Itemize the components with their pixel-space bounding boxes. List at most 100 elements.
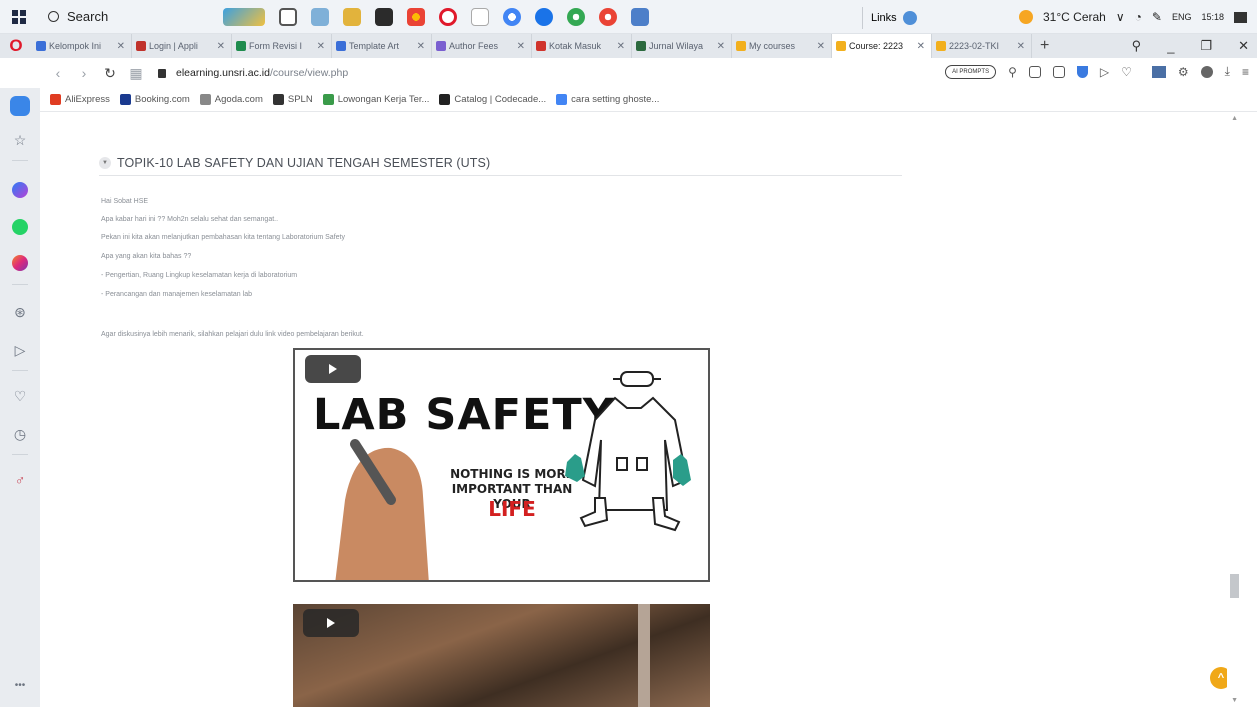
new-tab-button[interactable]: + bbox=[1040, 37, 1049, 55]
collapse-toggle-icon[interactable]: ▼ bbox=[99, 156, 111, 169]
close-tab-icon[interactable]: ✕ bbox=[317, 41, 325, 52]
home-icon[interactable] bbox=[10, 96, 30, 116]
chrome-icon[interactable] bbox=[407, 7, 425, 26]
heart-icon[interactable]: ♡ bbox=[1121, 65, 1132, 79]
network-icon[interactable]: ◔ bbox=[1135, 10, 1142, 24]
close-tab-icon[interactable]: ✕ bbox=[417, 41, 425, 52]
notepad-icon[interactable] bbox=[471, 7, 489, 26]
messenger-icon[interactable] bbox=[12, 182, 28, 198]
tab-label: Kelompok Ini bbox=[49, 41, 102, 51]
chrome-red-icon[interactable] bbox=[599, 7, 617, 26]
browser-tab[interactable]: My courses ✕ bbox=[732, 34, 832, 58]
instagram-icon[interactable] bbox=[12, 255, 28, 271]
browser-tab[interactable]: Course: 2223 ✕ bbox=[832, 34, 932, 58]
chrome-green-icon[interactable] bbox=[567, 7, 585, 26]
bookmark-item[interactable]: Agoda.com bbox=[199, 94, 263, 105]
browser-tab[interactable]: Form Revisi I ✕ bbox=[232, 34, 332, 58]
heart-icon[interactable]: ♡ bbox=[10, 388, 30, 405]
url-field[interactable]: elearning.unsri.ac.id/course/view.php bbox=[176, 67, 348, 79]
easy-setup-icon[interactable]: ≡ bbox=[1242, 65, 1249, 79]
bookmark-item[interactable]: Lowongan Kerja Ter... bbox=[322, 94, 429, 105]
browser-tab[interactable]: 2223-02-TKI ✕ bbox=[932, 34, 1032, 58]
tab-search-icon[interactable]: ⚲ bbox=[1132, 38, 1142, 54]
bookmark-item[interactable]: Booking.com bbox=[119, 94, 190, 105]
scroll-up-arrow-icon[interactable]: ▲ bbox=[1231, 115, 1238, 122]
language-indicator[interactable]: ENG bbox=[1172, 12, 1192, 22]
browser-tab[interactable]: Template Art ✕ bbox=[332, 34, 432, 58]
close-tab-icon[interactable]: ✕ bbox=[717, 41, 725, 52]
bookmarks-bar: AliExpress Booking.com Agoda.com SPLN Lowong… bbox=[40, 88, 1257, 112]
play-button-2[interactable] bbox=[303, 609, 359, 637]
bookmark-item[interactable]: SPLN bbox=[272, 94, 313, 105]
snap-button[interactable]: ❐ bbox=[1200, 38, 1212, 54]
bookmark-item[interactable]: Catalog | Codecade... bbox=[439, 94, 546, 105]
close-tab-icon[interactable]: ✕ bbox=[217, 41, 225, 52]
browser-tab[interactable]: Login | Appli ✕ bbox=[132, 34, 232, 58]
reload-button[interactable]: ↻ bbox=[102, 65, 118, 82]
taskbar-search[interactable]: Search bbox=[48, 5, 213, 29]
back-button[interactable]: ‹ bbox=[50, 65, 66, 81]
player-icon[interactable]: ▷ bbox=[10, 342, 30, 359]
speed-dial-icon[interactable]: ▦ bbox=[128, 65, 144, 82]
file-explorer-icon[interactable] bbox=[311, 7, 329, 26]
app-icon[interactable] bbox=[535, 7, 553, 26]
opera-menu-icon[interactable]: O bbox=[0, 34, 32, 58]
tab-label: Login | Appli bbox=[149, 41, 198, 51]
clock-icon[interactable]: ◷ bbox=[10, 426, 30, 443]
chevron-up-icon[interactable]: ∨ bbox=[1116, 10, 1125, 24]
video-embed-second[interactable] bbox=[293, 604, 710, 707]
download-icon[interactable]: ⤓ bbox=[1225, 64, 1230, 79]
bookmark-item[interactable]: cara setting ghoste... bbox=[556, 94, 659, 105]
photos-icon[interactable] bbox=[631, 7, 649, 26]
vertical-scrollbar[interactable]: ▲ ▼ bbox=[1227, 112, 1242, 707]
close-tab-icon[interactable]: ✕ bbox=[917, 41, 925, 52]
task-view-icon[interactable] bbox=[279, 7, 297, 26]
history-icon[interactable]: ⊛ bbox=[10, 304, 30, 321]
links-toolbar[interactable]: Links bbox=[862, 7, 924, 29]
player-icon[interactable]: ▷ bbox=[1100, 65, 1109, 79]
browser-tab[interactable]: Author Fees ✕ bbox=[432, 34, 532, 58]
close-tab-icon[interactable]: ✕ bbox=[517, 41, 525, 52]
notification-icon[interactable] bbox=[1234, 11, 1247, 23]
profile-icon[interactable] bbox=[1200, 65, 1213, 78]
pinboard-icon[interactable]: ♂ bbox=[10, 472, 30, 488]
video-embed-lab-safety[interactable]: LAB SAFETY NOTHING IS MORE IMPORTANT THA… bbox=[293, 348, 710, 582]
more-options-icon[interactable]: ••• bbox=[10, 680, 30, 691]
settings-icon[interactable]: ⚙ bbox=[1178, 65, 1189, 79]
search-icon[interactable]: ⚲ bbox=[1008, 65, 1017, 79]
close-tab-icon[interactable]: ✕ bbox=[1017, 41, 1025, 52]
section-header[interactable]: ▼ TOPIK-10 LAB SAFETY DAN UJIAN TENGAH S… bbox=[99, 150, 902, 176]
chrome-profile-icon[interactable] bbox=[503, 7, 521, 26]
whatsapp-icon[interactable] bbox=[12, 219, 28, 235]
tab-favicon-icon bbox=[236, 41, 246, 51]
pen-icon[interactable]: ✎ bbox=[1152, 10, 1162, 24]
scroll-down-arrow-icon[interactable]: ▼ bbox=[1231, 697, 1238, 704]
browser-tab[interactable]: Kotak Masuk ✕ bbox=[532, 34, 632, 58]
scrollbar-thumb[interactable] bbox=[1230, 574, 1239, 598]
browser-tab[interactable]: Jurnal Wilaya ✕ bbox=[632, 34, 732, 58]
close-window-button[interactable]: ✕ bbox=[1238, 38, 1249, 54]
close-tab-icon[interactable]: ✕ bbox=[617, 41, 625, 52]
folder-icon[interactable] bbox=[343, 7, 361, 26]
section-text-line: Pekan ini kita akan melanjutkan pembahas… bbox=[101, 234, 345, 241]
browser-tab[interactable]: Kelompok Ini ✕ bbox=[32, 34, 132, 58]
extensions-icon[interactable] bbox=[1151, 65, 1166, 78]
close-tab-icon[interactable]: ✕ bbox=[817, 41, 825, 52]
weather-text[interactable]: 31°C Cerah bbox=[1043, 10, 1106, 24]
camera-icon[interactable] bbox=[1052, 65, 1065, 78]
play-button[interactable] bbox=[305, 355, 361, 383]
snapshot-icon[interactable] bbox=[1028, 65, 1041, 78]
minimize-button[interactable]: _ bbox=[1167, 39, 1174, 54]
store-icon[interactable] bbox=[375, 7, 393, 26]
close-tab-icon[interactable]: ✕ bbox=[117, 41, 125, 52]
opera-icon[interactable] bbox=[439, 7, 457, 26]
ai-prompts-button[interactable]: AI PROMPTS bbox=[945, 64, 997, 79]
bookmark-item[interactable]: AliExpress bbox=[50, 94, 110, 105]
clock[interactable]: 15:18 bbox=[1201, 12, 1224, 22]
widgets-icon[interactable] bbox=[223, 7, 265, 26]
lock-icon[interactable] bbox=[158, 68, 166, 78]
forward-button[interactable]: › bbox=[76, 65, 92, 81]
vpn-shield-icon[interactable] bbox=[1076, 65, 1088, 78]
windows-start-icon[interactable] bbox=[12, 9, 26, 24]
bookmarks-star-icon[interactable]: ☆ bbox=[10, 132, 30, 149]
